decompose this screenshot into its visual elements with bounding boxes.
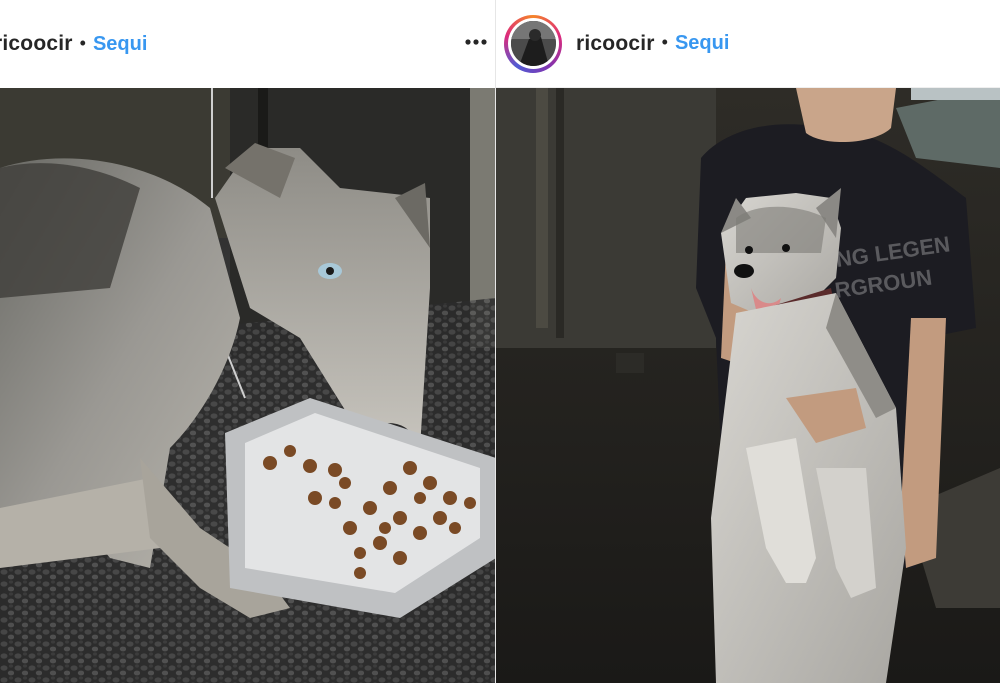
- post-header: ricoocir • Sequi: [496, 0, 1000, 88]
- post-photo[interactable]: ING LEGEN RGROUN: [496, 88, 1000, 683]
- more-horizontal-icon: [465, 39, 487, 45]
- follow-button[interactable]: Sequi: [93, 33, 147, 56]
- follow-button[interactable]: Sequi: [675, 32, 729, 55]
- post-card-right: ricoocir • Sequi ING LEGEN RGROUN: [496, 0, 1000, 683]
- post-card-left: ricoocir • Sequi: [0, 0, 496, 683]
- dog-eating-photo: [0, 88, 496, 683]
- avatar-image: [510, 21, 556, 66]
- separator-dot: •: [661, 32, 668, 52]
- avatar-story-ring[interactable]: [504, 14, 562, 73]
- separator-dot: •: [79, 32, 86, 53]
- username-link[interactable]: ricoocir: [576, 32, 655, 56]
- husky-held-photo: ING LEGEN RGROUN: [496, 88, 1000, 683]
- post-header: ricoocir • Sequi: [0, 0, 496, 88]
- post-photo[interactable]: [0, 88, 496, 683]
- more-options-button[interactable]: [462, 30, 490, 54]
- avatar: [510, 21, 556, 66]
- username-link[interactable]: ricoocir: [0, 32, 73, 56]
